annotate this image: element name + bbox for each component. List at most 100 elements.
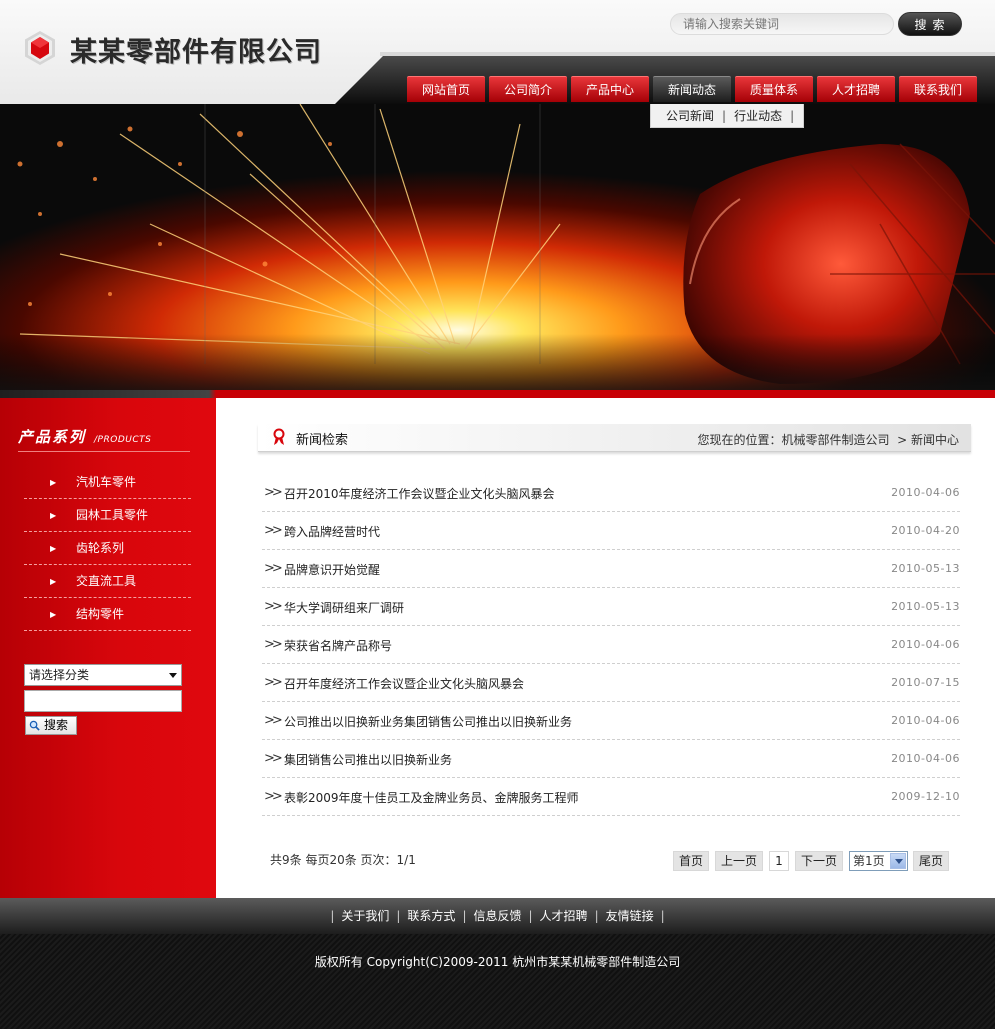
double-chevron-icon: >> <box>264 751 283 766</box>
news-item: >> 召开2010年度经济工作会议暨企业文化头脑风暴会 2010-04-06 <box>262 474 960 512</box>
main-nav: 网站首页 公司简介 产品中心 新闻动态 质量体系 人才招聘 联系我们 <box>407 76 981 102</box>
pager-prev-button[interactable]: 上一页 <box>715 851 763 871</box>
news-title[interactable]: 荣获省名牌产品称号 <box>284 637 392 654</box>
footer-link-about[interactable]: 关于我们 <box>341 909 389 923</box>
news-title[interactable]: 召开年度经济工作会议暨企业文化头脑风暴会 <box>284 675 524 692</box>
news-title[interactable]: 品牌意识开始觉醒 <box>284 561 380 578</box>
footer-separator: | <box>396 909 401 923</box>
pager-last-button[interactable]: 尾页 <box>913 851 949 871</box>
nav-home[interactable]: 网站首页 <box>407 76 485 102</box>
content-header: 新闻检索 您现在的位置：机械零部件制造公司 > 新闻中心 <box>258 424 971 452</box>
footer-link-friend-links[interactable]: 友情链接 <box>606 909 654 923</box>
footer-nav: | 关于我们 | 联系方式 | 信息反馈 | 人才招聘 | 友情链接 | <box>0 898 995 934</box>
news-date: 2010-05-13 <box>891 562 960 575</box>
breadcrumb: 您现在的位置：机械零部件制造公司 > 新闻中心 <box>697 431 959 448</box>
footer-separator: | <box>594 909 599 923</box>
sidebar-item-label: 园林工具零件 <box>76 508 149 522</box>
company-name: 某某零部件有限公司 <box>70 37 322 68</box>
news-item: >> 集团销售公司推出以旧换新业务 2010-04-06 <box>262 740 960 778</box>
sidebar-item-garden-tool-parts[interactable]: ▶ 园林工具零件 <box>24 499 191 532</box>
news-item: >> 召开年度经济工作会议暨企业文化头脑风暴会 2010-07-15 <box>262 664 960 702</box>
pager-page-number[interactable]: 1 <box>769 851 789 871</box>
arrow-right-icon: ▶ <box>50 478 57 487</box>
sidebar-item-label: 交直流工具 <box>76 574 137 588</box>
arrow-right-icon: ▶ <box>50 511 57 520</box>
pager-first-button[interactable]: 首页 <box>673 851 709 871</box>
breadcrumb-separator: > <box>893 433 911 447</box>
sidebar-item-label: 结构零件 <box>76 607 125 621</box>
footer-link-careers[interactable]: 人才招聘 <box>540 909 588 923</box>
arrow-right-icon: ▶ <box>50 577 57 586</box>
news-subnav: 公司新闻 | 行业动态 | <box>650 104 804 128</box>
sidebar: 产品系列/PRODUCTS ▶ 汽机车零件 ▶ 园林工具零件 ▶ 齿轮系列 ▶ 交直流工… <box>0 398 216 898</box>
news-title[interactable]: 跨入品牌经营时代 <box>284 523 380 540</box>
logo-icon <box>25 31 55 65</box>
news-item: >> 跨入品牌经营时代 2010-04-20 <box>262 512 960 550</box>
nav-about[interactable]: 公司简介 <box>489 76 567 102</box>
pager-select-value: 第1页 <box>853 854 885 868</box>
copyright: 版权所有 Copyright(C)2009-2011 杭州市某某机械零部件制造公… <box>314 955 681 969</box>
subnav-separator: | <box>722 108 727 123</box>
product-category-list: ▶ 汽机车零件 ▶ 园林工具零件 ▶ 齿轮系列 ▶ 交直流工具 ▶ 结构零件 <box>24 466 191 631</box>
sidebar-title: 产品系列 <box>18 428 87 446</box>
pager-info: 共9条 每页20条 页次：1/1 <box>270 853 416 867</box>
double-chevron-icon: >> <box>264 637 283 652</box>
news-title[interactable]: 表彰2009年度十佳员工及金牌业务员、金牌服务工程师 <box>284 789 579 806</box>
search-button[interactable]: 搜索 <box>898 12 962 36</box>
pager-next-button[interactable]: 下一页 <box>795 851 843 871</box>
sidebar-item-structural-parts[interactable]: ▶ 结构零件 <box>24 598 191 631</box>
news-date: 2010-04-20 <box>891 524 960 537</box>
footer-separator: | <box>528 909 533 923</box>
banner-divider <box>0 390 995 398</box>
footer-separator: | <box>462 909 467 923</box>
news-title[interactable]: 华大学调研组来厂调研 <box>284 599 404 616</box>
nav-quality[interactable]: 质量体系 <box>735 76 813 102</box>
nav-products[interactable]: 产品中心 <box>571 76 649 102</box>
news-item: >> 荣获省名牌产品称号 2010-04-06 <box>262 626 960 664</box>
news-title[interactable]: 集团销售公司推出以旧换新业务 <box>284 751 452 768</box>
header: 某某零部件有限公司 搜索 网站首页 公司简介 产品中心 新闻动态 质量体系 人才… <box>0 0 995 104</box>
news-date: 2010-04-06 <box>891 752 960 765</box>
news-item: >> 表彰2009年度十佳员工及金牌业务员、金牌服务工程师 2009-12-10 <box>262 778 960 816</box>
news-title[interactable]: 召开2010年度经济工作会议暨企业文化头脑风暴会 <box>284 485 555 502</box>
nav-careers[interactable]: 人才招聘 <box>817 76 895 102</box>
molten-metal-image <box>0 104 995 394</box>
double-chevron-icon: >> <box>264 561 283 576</box>
product-search-button[interactable]: 搜索 <box>25 716 77 735</box>
footer-link-feedback[interactable]: 信息反馈 <box>473 909 521 923</box>
double-chevron-icon: >> <box>264 713 283 728</box>
news-item: >> 公司推出以旧换新业务集团销售公司推出以旧换新业务 2010-04-06 <box>262 702 960 740</box>
subnav-company-news[interactable]: 公司新闻 <box>666 107 714 124</box>
double-chevron-icon: >> <box>264 789 283 804</box>
double-chevron-icon: >> <box>264 523 283 538</box>
breadcrumb-prefix: 您现在的位置： <box>697 433 782 447</box>
category-select-value: 请选择分类 <box>29 668 90 682</box>
news-title[interactable]: 公司推出以旧换新业务集团销售公司推出以旧换新业务 <box>284 713 572 730</box>
nav-news[interactable]: 新闻动态 <box>653 76 731 102</box>
sidebar-title-en: /PRODUCTS <box>94 435 152 445</box>
sidebar-item-gears[interactable]: ▶ 齿轮系列 <box>24 532 191 565</box>
page-title: 新闻检索 <box>296 433 349 448</box>
news-list: >> 召开2010年度经济工作会议暨企业文化头脑风暴会 2010-04-06 >> 跨… <box>262 474 960 816</box>
arrow-right-icon: ▶ <box>50 610 57 619</box>
search-input[interactable] <box>670 13 894 35</box>
news-date: 2010-05-13 <box>891 600 960 613</box>
nav-contact[interactable]: 联系我们 <box>899 76 977 102</box>
product-search-input[interactable] <box>24 690 182 712</box>
arrow-right-icon: ▶ <box>50 544 57 553</box>
ribbon-icon <box>273 428 285 445</box>
breadcrumb-site[interactable]: 机械零部件制造公司 <box>781 433 889 447</box>
sidebar-item-ac-dc-tools[interactable]: ▶ 交直流工具 <box>24 565 191 598</box>
category-select[interactable]: 请选择分类 <box>24 664 182 686</box>
search-icon <box>29 720 40 731</box>
news-date: 2010-04-06 <box>891 638 960 651</box>
pager-page-select[interactable]: 第1页 <box>849 851 908 871</box>
footer-link-contact[interactable]: 联系方式 <box>407 909 455 923</box>
news-date: 2010-04-06 <box>891 486 960 499</box>
breadcrumb-current[interactable]: 新闻中心 <box>911 433 959 447</box>
sidebar-item-auto-parts[interactable]: ▶ 汽机车零件 <box>24 466 191 499</box>
footer-separator: | <box>660 909 665 923</box>
subnav-industry-news[interactable]: 行业动态 <box>734 107 782 124</box>
sidebar-item-label: 汽机车零件 <box>76 475 137 489</box>
chevron-down-icon <box>169 673 177 678</box>
